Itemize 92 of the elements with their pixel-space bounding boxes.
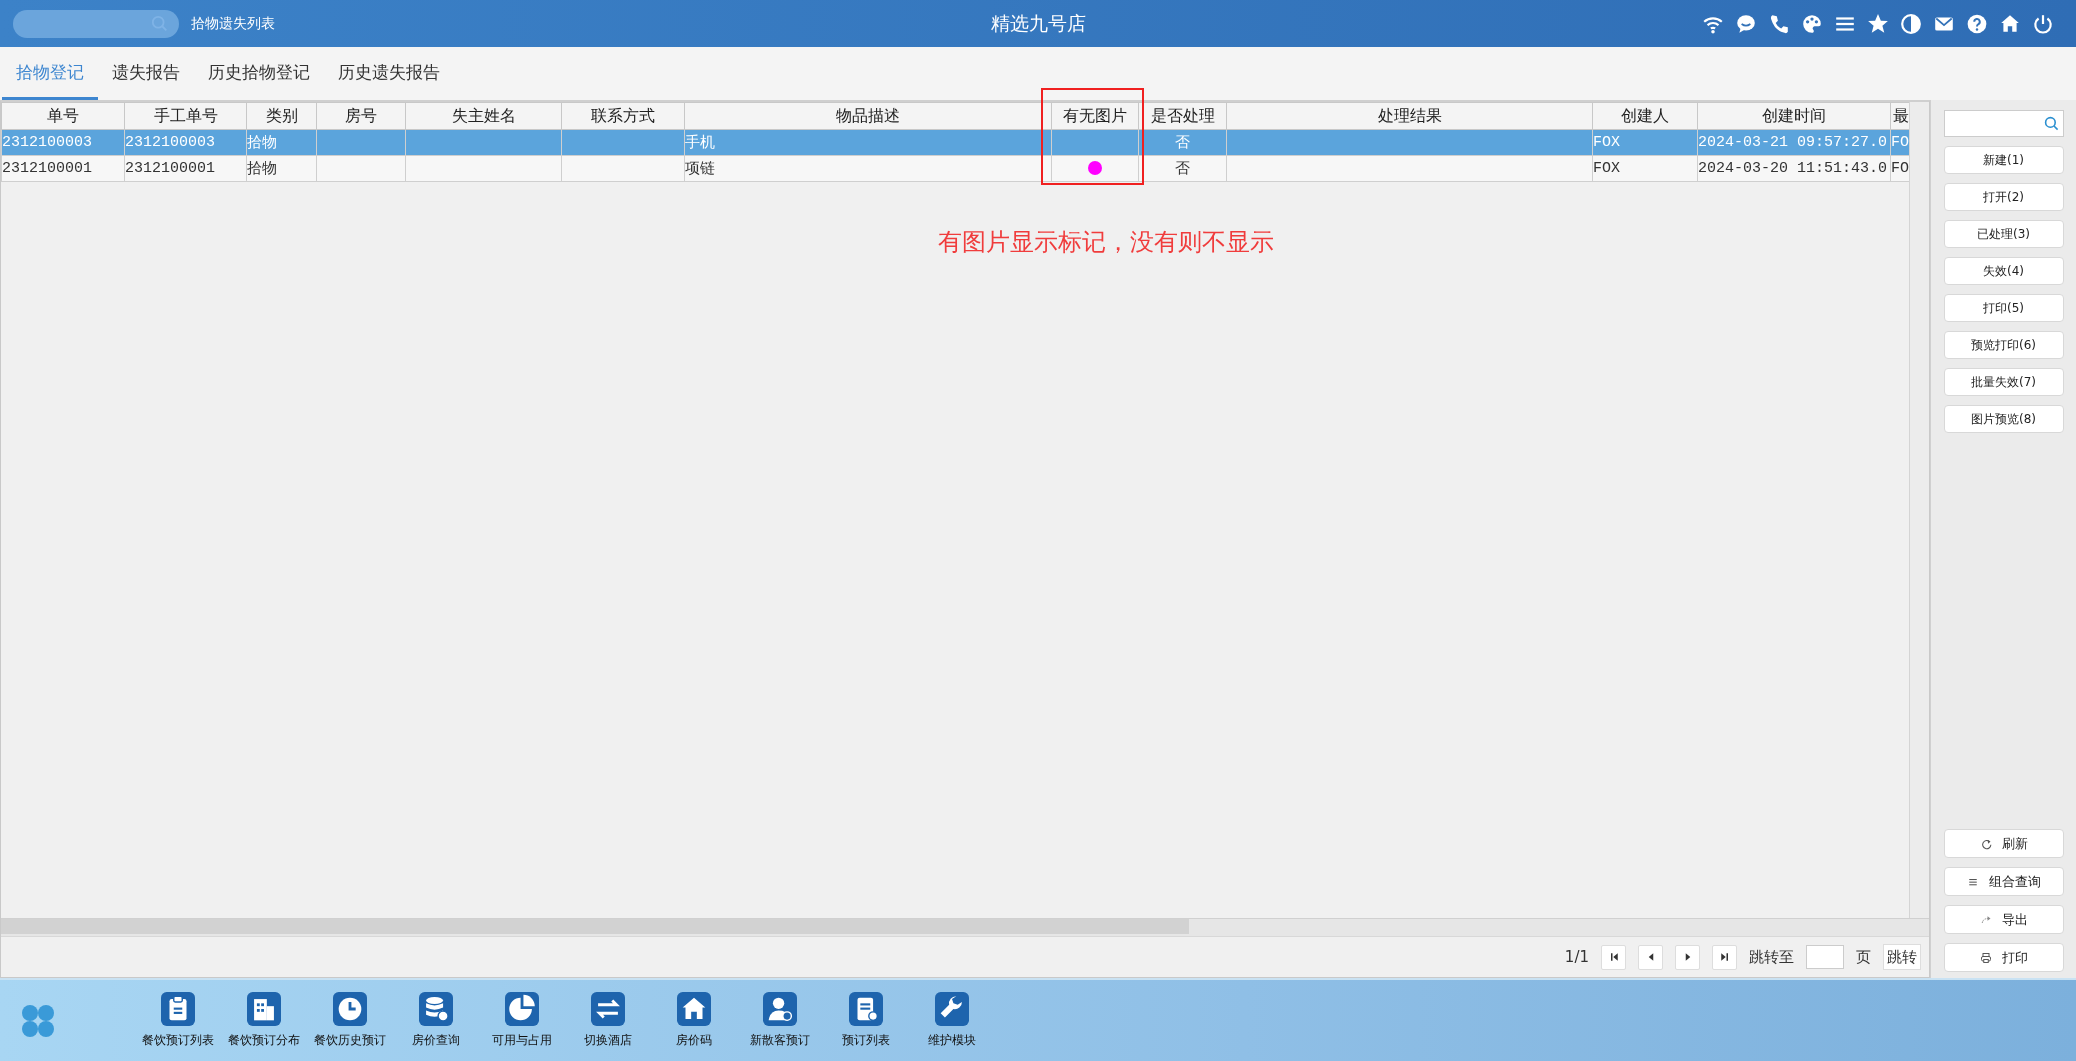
clock-icon [333, 992, 367, 1026]
home-icon [677, 992, 711, 1026]
table-cell: 否 [1175, 135, 1190, 152]
action-button[interactable]: 批量失效(7) [1943, 368, 2064, 396]
page-indicator: 1/1 [1564, 948, 1589, 966]
tab[interactable]: 历史拾物登记 [194, 47, 324, 100]
taskbar-item[interactable]: 房价查询 [393, 992, 479, 1049]
page-input[interactable] [1806, 945, 1844, 969]
action-button[interactable]: 失效(4) [1943, 257, 2064, 285]
tool-button[interactable]: 组合查询 [1943, 867, 2064, 896]
tool-button[interactable]: 导出 [1943, 905, 2064, 934]
table-cell: 2312100001 [125, 160, 215, 177]
last-page-button[interactable] [1712, 944, 1737, 970]
table-cell: 项链 [685, 161, 715, 178]
tool-button[interactable]: 打印 [1943, 943, 2064, 972]
star-icon[interactable] [1867, 12, 1889, 35]
document-icon [849, 992, 883, 1026]
taskbar-item[interactable]: 维护模块 [909, 992, 995, 1049]
column-header[interactable]: 失主姓名 [405, 102, 562, 130]
search-field[interactable] [1943, 110, 2064, 137]
column-header[interactable]: 手工单号 [124, 102, 247, 130]
table-cell: FO [1891, 160, 1909, 177]
table-cell: FOX [1593, 160, 1620, 177]
table-cell: FOX [1593, 134, 1620, 151]
taskbar-item[interactable]: 切换酒店 [565, 992, 651, 1049]
table-cell: 2024-03-20 11:51:43.0 [1698, 160, 1888, 177]
caret-icon [1718, 951, 1731, 963]
tab[interactable]: 历史遗失报告 [324, 47, 454, 100]
help-icon[interactable] [1966, 12, 1988, 35]
search-field[interactable] [13, 9, 179, 38]
table-cell: 拾物 [247, 135, 277, 152]
palette-icon[interactable] [1801, 12, 1823, 35]
annotation-note: 有图片显示标记，没有则不显示 [938, 227, 1274, 258]
taskbar-item[interactable]: 餐饮预订列表 [135, 992, 221, 1049]
table-cell: 手机 [685, 135, 715, 152]
database-icon [419, 992, 453, 1026]
table-row[interactable]: 2312100001 2312100001 拾物 项链 否 FOX 2024-03-20 11:51:43.0 FO [1, 155, 1909, 182]
taskbar-item[interactable]: 餐饮预订分布 [221, 992, 307, 1049]
table-cell: 2312100003 [125, 134, 215, 151]
taskbar-item[interactable]: 预订列表 [823, 992, 909, 1049]
clipboard-icon [161, 992, 195, 1026]
action-button[interactable]: 图片预览(8) [1943, 405, 2064, 433]
column-header[interactable]: 创建时间 [1697, 102, 1891, 130]
action-button[interactable]: 新建(1) [1943, 146, 2064, 174]
next-page-button[interactable] [1675, 944, 1700, 970]
horizontal-scrollbar[interactable] [1, 918, 1929, 936]
taskbar-item[interactable]: 新散客预订 [737, 992, 823, 1049]
printer-icon [1979, 951, 1992, 964]
column-header[interactable]: 是否处理 [1138, 102, 1227, 130]
column-header[interactable]: 房号 [316, 102, 406, 130]
hotel-name: 精选九号店 [989, 10, 1087, 36]
page-unit-label: 页 [1856, 947, 1871, 967]
table-cell: 2312100003 [2, 134, 92, 151]
power-icon[interactable] [2032, 12, 2054, 35]
chat-icon[interactable] [1735, 12, 1757, 35]
building-icon [247, 992, 281, 1026]
wrench-icon [935, 992, 969, 1026]
action-button[interactable]: 打开(2) [1943, 183, 2064, 211]
person-icon [763, 992, 797, 1026]
table-cell: FO [1891, 134, 1909, 151]
scrollbar-thumb[interactable] [1, 919, 1189, 934]
tool-button[interactable]: 刷新 [1943, 829, 2064, 858]
table-cell: 2024-03-21 09:57:27.0 [1698, 134, 1888, 151]
column-header[interactable]: 处理结果 [1226, 102, 1593, 130]
previous-page-button[interactable] [1638, 944, 1663, 970]
column-header[interactable]: 类别 [246, 102, 317, 130]
column-header[interactable]: 物品描述 [684, 102, 1052, 130]
table-cell: 拾物 [247, 161, 277, 178]
jump-button[interactable]: 跳转 [1883, 944, 1921, 970]
tab[interactable]: 遗失报告 [98, 47, 194, 100]
taskbar-item[interactable]: 餐饮历史预订 [307, 992, 393, 1049]
column-header[interactable]: 创建人 [1592, 102, 1698, 130]
action-button[interactable]: 打印(5) [1943, 294, 2064, 322]
swap-icon [591, 992, 625, 1026]
refresh-icon [1979, 837, 1992, 850]
table-cell: 否 [1175, 161, 1190, 178]
page-title: 拾物遗失列表 [191, 14, 275, 33]
table-cell: 2312100001 [2, 160, 92, 177]
taskbar-item[interactable]: 房价码 [651, 992, 737, 1049]
column-header[interactable]: 联系方式 [561, 102, 685, 130]
column-header[interactable]: 单号 [1, 102, 125, 130]
column-header[interactable]: 有无图片 [1051, 102, 1139, 130]
pie-chart-icon [505, 992, 539, 1026]
jump-label: 跳转至 [1749, 947, 1794, 967]
first-page-button[interactable] [1601, 944, 1626, 970]
taskbar-item[interactable]: 可用与占用 [479, 992, 565, 1049]
action-button[interactable]: 预览打印(6) [1943, 331, 2064, 359]
phone-icon[interactable] [1768, 12, 1790, 35]
vertical-scrollbar[interactable] [1909, 102, 1929, 918]
action-button[interactable]: 已处理(3) [1943, 220, 2064, 248]
contrast-icon[interactable] [1900, 12, 1922, 35]
search-icon[interactable] [2043, 115, 2060, 132]
